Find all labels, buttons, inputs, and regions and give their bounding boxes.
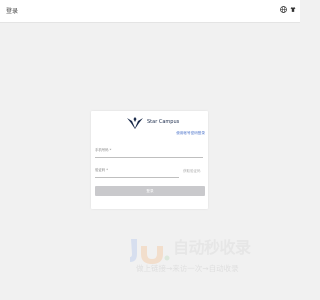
phone-field[interactable]: 手机号码 *	[95, 147, 203, 158]
phone-input[interactable]	[95, 149, 203, 157]
watermark-logo	[130, 239, 170, 264]
globe-icon[interactable]	[280, 6, 287, 13]
get-code-button[interactable]: 获取验证码	[183, 169, 201, 174]
top-bar: 登录	[0, 0, 300, 23]
code-field[interactable]: 验证码 *	[95, 167, 179, 178]
shirt-icon[interactable]	[290, 6, 296, 13]
brand-logo	[127, 117, 143, 129]
watermark-subtitle: 做上链接→来访一次→自动收录	[136, 264, 239, 273]
watermark-title: 自动秒收录	[173, 238, 251, 257]
watermark: 自动秒收录 做上链接→来访一次→自动收录	[127, 236, 285, 278]
code-input[interactable]	[95, 169, 179, 177]
password-login-link[interactable]: 使用帐号密码登录	[176, 131, 205, 136]
login-card: Star Campus 使用帐号密码登录 手机号码 * 验证码 * 获取验证码 …	[91, 111, 208, 209]
brand-name: Star Campus	[147, 119, 180, 125]
login-button[interactable]: 登录	[95, 186, 205, 196]
page-title: 登录	[6, 8, 19, 15]
